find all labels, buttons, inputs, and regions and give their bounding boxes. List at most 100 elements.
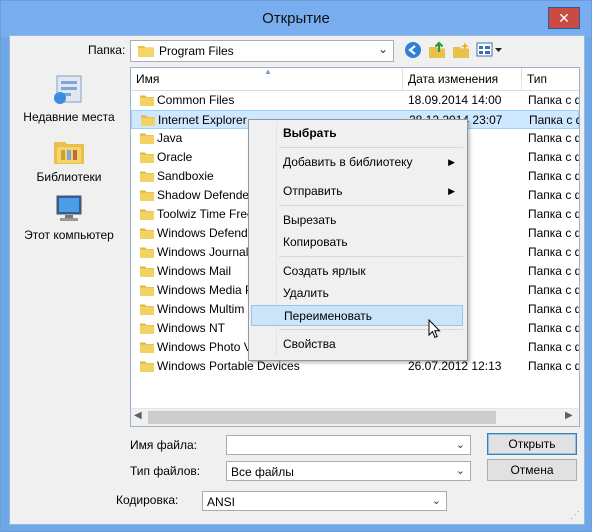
new-folder-icon[interactable] [452, 41, 470, 59]
file-name: Windows Multim [157, 302, 245, 316]
chevron-down-icon[interactable]: ⌄ [456, 464, 465, 477]
file-type: Папка с ф [529, 113, 580, 127]
file-type: Папка с ф [528, 93, 580, 107]
file-type: Папка с ф [528, 150, 580, 164]
menu-item-label: Добавить в библиотеку [283, 155, 413, 169]
menu-item[interactable]: Копировать [251, 232, 463, 253]
file-type: Папка с ф [528, 245, 580, 259]
place-libraries[interactable]: Библиотеки [10, 136, 128, 184]
file-type: Папка с ф [528, 169, 580, 183]
menu-separator [279, 147, 463, 148]
menu-separator [279, 256, 463, 257]
menu-separator [279, 205, 463, 206]
file-type: Папка с ф [528, 226, 580, 240]
encoding-value: ANSI [207, 495, 236, 509]
file-name: Common Files [157, 93, 235, 107]
column-name[interactable]: Имя [131, 68, 403, 90]
file-type: Папка с ф [528, 264, 580, 278]
place-this-pc[interactable]: Этот компьютер [10, 194, 128, 242]
scrollbar-thumb[interactable] [148, 411, 496, 424]
file-name: Windows Photo V [157, 340, 252, 354]
places-bar: Недавние места Библиотеки Этот компьютер [10, 66, 128, 406]
chevron-down-icon[interactable]: ⌄ [432, 494, 441, 507]
folder-icon [138, 46, 154, 57]
resize-grip-icon[interactable]: ⋰ [570, 510, 580, 521]
folder-icon [140, 170, 154, 185]
place-recent[interactable]: Недавние места [10, 74, 128, 124]
filetype-select[interactable]: Все файлы ⌄ [226, 461, 471, 481]
open-button[interactable]: Открыть [487, 433, 577, 455]
scroll-left-icon[interactable]: ◀ [134, 410, 142, 421]
lookin-combo[interactable]: Program Files ⌄ [130, 40, 394, 62]
folder-icon [140, 94, 154, 109]
menu-item-label: Выбрать [283, 126, 337, 140]
menu-item[interactable]: Вырезать [251, 210, 463, 231]
file-date: 18.09.2014 14:00 [408, 93, 502, 107]
lookin-value: Program Files [159, 44, 234, 58]
menu-item[interactable]: Создать ярлык [251, 261, 463, 282]
menu-item-label: Отправить [283, 184, 343, 198]
column-type[interactable]: Тип [522, 68, 579, 90]
menu-item[interactable]: Добавить в библиотеку ▶ [251, 152, 463, 173]
file-type: Папка с ф [528, 302, 580, 316]
file-type: Папка с ф [528, 359, 580, 373]
file-name: Windows NT [157, 321, 226, 335]
recent-places-icon [54, 75, 82, 104]
file-name: Shadow Defender [157, 188, 254, 202]
menu-item[interactable]: Удалить [251, 283, 463, 304]
file-type: Папка с ф [528, 321, 580, 335]
submenu-arrow-icon: ▶ [448, 157, 455, 167]
file-name: Oracle [157, 150, 193, 164]
file-type: Папка с ф [528, 188, 580, 202]
folder-icon [140, 189, 154, 204]
file-name: Windows Defender [157, 226, 259, 240]
up-folder-icon[interactable] [428, 41, 446, 59]
menu-item-label: Переименовать [284, 309, 372, 323]
place-label: Библиотеки [36, 170, 102, 184]
file-name: Windows Mail [157, 264, 232, 278]
file-name: Windows Media P [157, 283, 254, 297]
chevron-down-icon[interactable]: ⌄ [378, 42, 388, 56]
window-title: Открытие [262, 10, 330, 27]
menu-item-label: Вырезать [283, 213, 337, 227]
folder-icon [140, 151, 154, 166]
open-dialog-window: Открытие ✕ Папка: Program Files ⌄ Недавн… [0, 0, 592, 532]
horizontal-scrollbar[interactable]: ◀ ▶ [131, 408, 579, 426]
back-icon[interactable] [404, 41, 422, 59]
encoding-select[interactable]: ANSI ⌄ [202, 491, 447, 511]
place-label: Этот компьютер [24, 228, 114, 242]
list-header: ▲ Имя Дата изменения Тип [131, 68, 579, 91]
folder-icon [140, 341, 154, 356]
file-name: Toolwiz Time Free [157, 207, 254, 221]
view-menu-icon[interactable] [476, 41, 504, 59]
mouse-cursor-icon [428, 319, 441, 339]
file-type: Папка с ф [528, 283, 580, 297]
close-button[interactable]: ✕ [548, 7, 580, 29]
cancel-button[interactable]: Отмена [487, 459, 577, 481]
filename-input[interactable]: ⌄ [226, 435, 471, 455]
folder-icon [140, 208, 154, 223]
menu-item[interactable]: Отправить ▶ [251, 181, 463, 202]
column-date[interactable]: Дата изменения [403, 68, 522, 90]
folder-icon [140, 284, 154, 299]
scroll-right-icon[interactable]: ▶ [565, 410, 573, 421]
menu-item-label: Свойства [283, 337, 336, 351]
table-row[interactable]: Common Files 18.09.2014 14:00 Папка с ф [131, 91, 579, 110]
folder-icon [140, 360, 154, 375]
menu-item[interactable]: Выбрать [251, 123, 463, 144]
file-type: Папка с ф [528, 207, 580, 221]
folder-icon [140, 265, 154, 280]
title-bar[interactable]: Открытие ✕ [1, 1, 591, 37]
folder-icon [140, 322, 154, 337]
folder-icon [140, 303, 154, 318]
computer-icon [56, 195, 82, 221]
file-name: Windows Journal [157, 245, 249, 259]
menu-item-label: Копировать [283, 235, 348, 249]
file-type: Папка с ф [528, 131, 580, 145]
chevron-down-icon[interactable]: ⌄ [456, 438, 465, 451]
place-label: Недавние места [23, 110, 115, 124]
file-name: Internet Explorer [158, 113, 247, 127]
menu-item-label: Удалить [283, 286, 329, 300]
filename-label: Имя файла: [130, 438, 197, 452]
file-date: 26.07.2012 12:13 [408, 359, 502, 373]
